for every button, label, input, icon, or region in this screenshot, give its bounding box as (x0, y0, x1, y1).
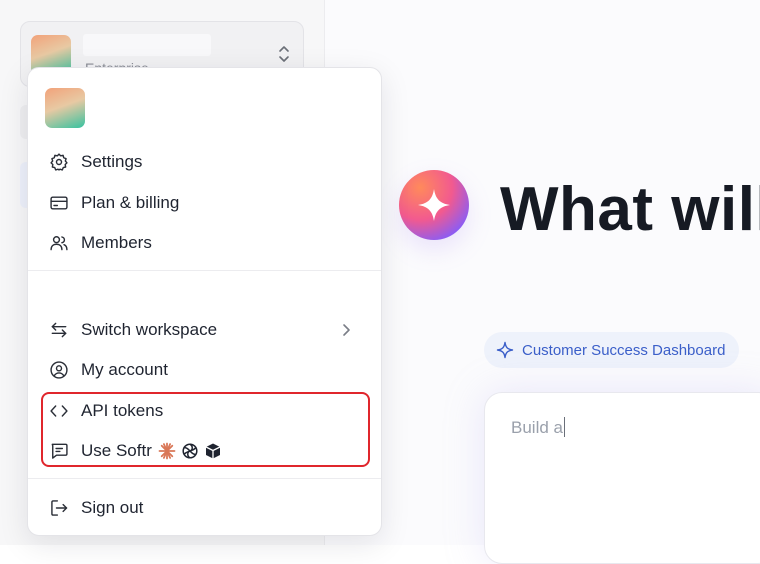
workspace-avatar (45, 88, 85, 128)
menu-item-switch-workspace[interactable]: Switch workspace (40, 312, 369, 348)
text-caret (563, 417, 565, 437)
gear-icon (48, 151, 70, 173)
menu-item-label: Members (81, 233, 152, 252)
prompt-input[interactable]: Build a (511, 417, 565, 438)
highlight-annotation-box (41, 392, 370, 467)
page-headline: What will (500, 175, 760, 244)
suggestion-chip[interactable]: Customer Success Dashboard (484, 332, 740, 368)
chevron-up-down-icon (279, 46, 289, 62)
ai-sparkle-logo (399, 170, 469, 240)
menu-item-my-account[interactable]: My account (40, 352, 369, 388)
menu-item-plan-billing[interactable]: Plan & billing (40, 185, 369, 221)
sign-out-icon (48, 497, 70, 519)
menu-item-sign-out[interactable]: Sign out (40, 490, 369, 526)
menu-divider (28, 270, 381, 271)
suggestion-chip-label: Customer Success Dashboard (522, 341, 726, 359)
chevron-right-icon (343, 324, 350, 336)
menu-divider (28, 478, 381, 479)
users-icon (48, 232, 70, 254)
menu-item-label: My account (81, 360, 168, 379)
menu-item-label: Switch workspace (81, 320, 218, 339)
prompt-text: Build a (511, 418, 563, 437)
workspace-name-redacted (83, 34, 211, 56)
menu-item-settings[interactable]: Settings (40, 144, 369, 180)
menu-item-label: Sign out (81, 498, 144, 517)
user-circle-icon (48, 359, 70, 381)
credit-card-icon (48, 192, 70, 214)
sparkle-outline-icon (496, 341, 514, 359)
account-menu: Settings Plan & billing Members Switch w… (27, 67, 382, 536)
menu-item-members[interactable]: Members (40, 225, 369, 261)
menu-item-label: Settings (81, 152, 143, 171)
sparkle-icon (418, 189, 450, 221)
prompt-composer[interactable]: Build a (484, 392, 760, 564)
menu-item-label: Plan & billing (81, 193, 180, 212)
switch-arrows-icon (48, 319, 70, 341)
